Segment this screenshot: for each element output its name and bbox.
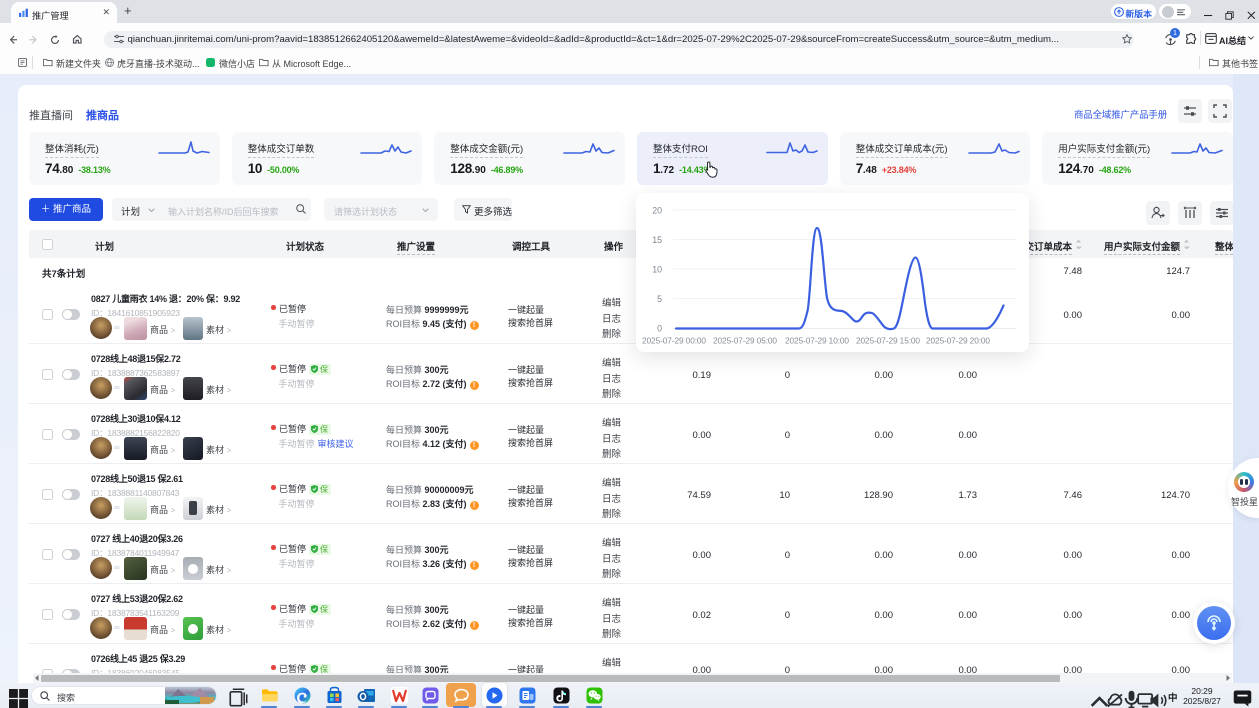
svg-text:2025-07-29 10:00: 2025-07-29 10:00 [785, 336, 849, 346]
svg-text:2025-07-29 15:00: 2025-07-29 15:00 [856, 336, 920, 346]
svg-text:0: 0 [657, 324, 662, 334]
svg-text:10: 10 [652, 265, 662, 275]
svg-text:2025-07-29 20:00: 2025-07-29 20:00 [926, 336, 990, 346]
svg-text:15: 15 [652, 235, 662, 245]
svg-text:20: 20 [652, 206, 662, 216]
svg-text:5: 5 [657, 294, 662, 304]
svg-text:2025-07-29 00:00: 2025-07-29 00:00 [642, 336, 706, 346]
svg-text:2025-07-29 05:00: 2025-07-29 05:00 [713, 336, 777, 346]
